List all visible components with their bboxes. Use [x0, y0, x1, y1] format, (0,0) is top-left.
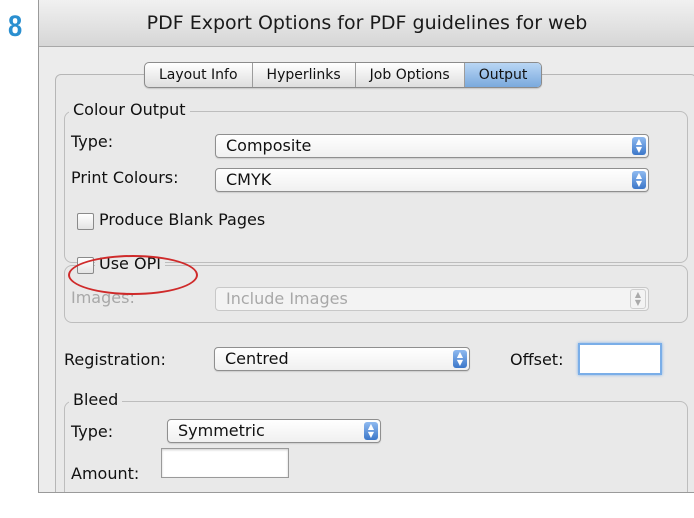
- tab-output[interactable]: Output: [464, 63, 542, 87]
- step-number: 8: [8, 10, 22, 43]
- registration-label: Registration:: [64, 350, 166, 369]
- up-down-arrows-icon: ▲ ▼: [632, 171, 646, 189]
- up-down-arrows-icon: ▲ ▼: [630, 289, 646, 309]
- bleed-group: Bleed Type: Symmetric ▲ ▼ Amount:: [64, 390, 688, 492]
- print-colours-label: Print Colours:: [71, 168, 179, 187]
- bleed-type-value: Symmetric: [178, 421, 265, 440]
- opi-images-select[interactable]: Include Images ▲ ▼: [215, 287, 649, 311]
- window-title: PDF Export Options for PDF guidelines fo…: [39, 0, 694, 47]
- print-colours-value: CMYK: [226, 170, 272, 189]
- bleed-amount-label: Amount:: [71, 464, 140, 483]
- produce-blank-pages-label: Produce Blank Pages: [99, 210, 266, 229]
- bleed-legend: Bleed: [69, 390, 123, 409]
- print-colours-select[interactable]: CMYK ▲ ▼: [215, 168, 649, 192]
- use-opi-annotation-circle: [68, 255, 198, 295]
- offset-input[interactable]: [578, 343, 662, 375]
- registration-value: Centred: [225, 349, 289, 368]
- bleed-type-label: Type:: [71, 422, 114, 441]
- bleed-type-select[interactable]: Symmetric ▲ ▼: [167, 419, 381, 443]
- colour-type-value: Composite: [226, 136, 312, 155]
- offset-label: Offset:: [510, 350, 564, 369]
- tab-job-options[interactable]: Job Options: [356, 63, 465, 87]
- up-down-arrows-icon: ▲ ▼: [453, 350, 467, 368]
- colour-output-group: Colour Output Type: Composite ▲ ▼ Print C…: [64, 100, 688, 263]
- tab-layout-info[interactable]: Layout Info: [145, 63, 253, 87]
- registration-select[interactable]: Centred ▲ ▼: [214, 347, 470, 371]
- up-down-arrows-icon: ▲ ▼: [632, 137, 646, 155]
- colour-type-select[interactable]: Composite ▲ ▼: [215, 134, 649, 158]
- colour-output-legend: Colour Output: [69, 100, 190, 119]
- up-down-arrows-icon: ▲ ▼: [364, 422, 378, 440]
- bleed-amount-input[interactable]: [161, 448, 289, 478]
- pdf-export-options-dialog: PDF Export Options for PDF guidelines fo…: [38, 0, 694, 493]
- opi-images-value: Include Images: [226, 289, 348, 308]
- tab-bar: Layout Info Hyperlinks Job Options Outpu…: [144, 62, 543, 88]
- produce-blank-pages-checkbox[interactable]: [77, 213, 94, 230]
- tab-hyperlinks[interactable]: Hyperlinks: [253, 63, 356, 87]
- colour-type-label: Type:: [71, 132, 114, 151]
